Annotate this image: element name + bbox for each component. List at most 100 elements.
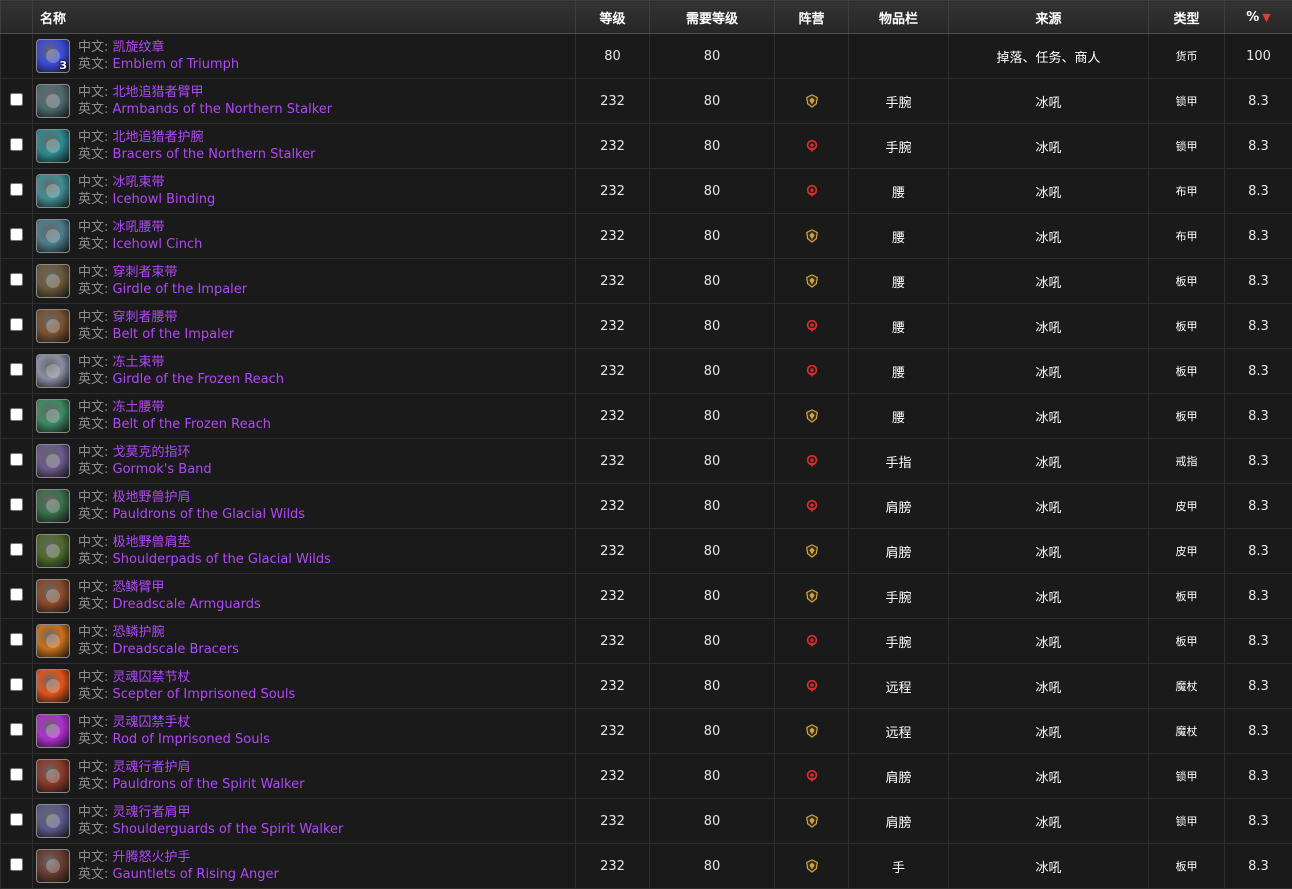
item-name-en[interactable]: Armbands of the Northern Stalker <box>113 102 333 117</box>
row-checkbox[interactable] <box>10 543 23 556</box>
belt-icon[interactable] <box>36 219 70 253</box>
table-row[interactable]: 中文: 极地野兽护肩英文: Pauldrons of the Glacial W… <box>1 484 1292 529</box>
gauntlet-icon[interactable] <box>36 849 70 883</box>
table-row[interactable]: 中文: 冰吼束带英文: Icehowl Binding23280腰冰吼布甲8.3 <box>1 169 1292 214</box>
belt-icon[interactable] <box>36 399 70 433</box>
item-name-en[interactable]: Dreadscale Bracers <box>113 642 239 657</box>
item-name-cn[interactable]: 恐鳞臂甲 <box>113 580 165 595</box>
row-checkbox[interactable] <box>10 318 23 331</box>
row-checkbox[interactable] <box>10 363 23 376</box>
belt-icon[interactable] <box>36 264 70 298</box>
bracer-icon[interactable] <box>36 579 70 613</box>
header-source[interactable]: 来源 <box>949 1 1149 34</box>
ring-icon[interactable] <box>36 444 70 478</box>
belt-icon[interactable] <box>36 309 70 343</box>
item-name-cn[interactable]: 极地野兽护肩 <box>113 490 191 505</box>
item-name-cn[interactable]: 北地追猎者护腕 <box>113 130 204 145</box>
item-name-en[interactable]: Gauntlets of Rising Anger <box>113 867 279 882</box>
table-row[interactable]: 中文: 戈莫克的指环英文: Gormok's Band23280手指冰吼戒指8.… <box>1 439 1292 484</box>
row-checkbox[interactable] <box>10 633 23 646</box>
item-name-en[interactable]: Gormok's Band <box>113 462 212 477</box>
table-row[interactable]: 中文: 灵魂行者护肩英文: Pauldrons of the Spirit Wa… <box>1 754 1292 799</box>
header-name[interactable]: 名称 <box>33 1 576 34</box>
item-name-en[interactable]: Shoulderpads of the Glacial Wilds <box>113 552 331 567</box>
item-name-cn[interactable]: 穿刺者束带 <box>113 265 178 280</box>
row-checkbox[interactable] <box>10 273 23 286</box>
item-name-cn[interactable]: 冻土束带 <box>113 355 165 370</box>
bracer-icon[interactable] <box>36 84 70 118</box>
wand-icon[interactable] <box>36 669 70 703</box>
row-checkbox[interactable] <box>10 813 23 826</box>
row-checkbox[interactable] <box>10 138 23 151</box>
row-checkbox[interactable] <box>10 498 23 511</box>
row-checkbox[interactable] <box>10 723 23 736</box>
shoulder-icon[interactable] <box>36 534 70 568</box>
item-name-en[interactable]: Pauldrons of the Glacial Wilds <box>113 507 306 522</box>
item-name-cn[interactable]: 冻土腰带 <box>113 400 165 415</box>
table-row[interactable]: 中文: 灵魂行者肩甲英文: Shoulderguards of the Spir… <box>1 799 1292 844</box>
item-name-cn[interactable]: 恐鳞护腕 <box>113 625 165 640</box>
item-name-cn[interactable]: 升腾怒火护手 <box>113 850 191 865</box>
header-type[interactable]: 类型 <box>1149 1 1225 34</box>
header-pct[interactable]: %▼ <box>1225 1 1292 34</box>
row-checkbox[interactable] <box>10 183 23 196</box>
bracer-icon[interactable] <box>36 129 70 163</box>
shoulder-icon[interactable] <box>36 804 70 838</box>
item-name-cn[interactable]: 灵魂囚禁手杖 <box>113 715 191 730</box>
table-row[interactable]: 中文: 北地追猎者臂甲英文: Armbands of the Northern … <box>1 79 1292 124</box>
item-name-en[interactable]: Pauldrons of the Spirit Walker <box>113 777 305 792</box>
item-name-en[interactable]: Icehowl Cinch <box>113 237 203 252</box>
table-row[interactable]: 中文: 恐鳞护腕英文: Dreadscale Bracers23280手腕冰吼板… <box>1 619 1292 664</box>
item-name-en[interactable]: Belt of the Impaler <box>113 327 235 342</box>
item-name-cn[interactable]: 冰吼束带 <box>113 175 165 190</box>
item-name-cn[interactable]: 穿刺者腰带 <box>113 310 178 325</box>
row-checkbox[interactable] <box>10 678 23 691</box>
header-faction[interactable]: 阵营 <box>775 1 849 34</box>
header-level[interactable]: 等级 <box>576 1 650 34</box>
item-name-cn[interactable]: 凯旋纹章 <box>113 40 165 55</box>
belt-icon[interactable] <box>36 174 70 208</box>
table-row[interactable]: 中文: 灵魂囚禁手杖英文: Rod of Imprisoned Souls232… <box>1 709 1292 754</box>
item-name-en[interactable]: Scepter of Imprisoned Souls <box>113 687 296 702</box>
table-row[interactable]: 中文: 穿刺者腰带英文: Belt of the Impaler23280腰冰吼… <box>1 304 1292 349</box>
belt-icon[interactable] <box>36 354 70 388</box>
table-row[interactable]: 中文: 北地追猎者护腕英文: Bracers of the Northern S… <box>1 124 1292 169</box>
header-req-level[interactable]: 需要等级 <box>650 1 775 34</box>
row-checkbox[interactable] <box>10 408 23 421</box>
shoulder-icon[interactable] <box>36 489 70 523</box>
wand-icon[interactable] <box>36 714 70 748</box>
item-name-en[interactable]: Icehowl Binding <box>113 192 216 207</box>
row-checkbox[interactable] <box>10 228 23 241</box>
item-name-cn[interactable]: 灵魂囚禁节杖 <box>113 670 191 685</box>
header-slot[interactable]: 物品栏 <box>849 1 949 34</box>
item-name-en[interactable]: Bracers of the Northern Stalker <box>113 147 316 162</box>
row-checkbox[interactable] <box>10 858 23 871</box>
item-name-en[interactable]: Rod of Imprisoned Souls <box>113 732 270 747</box>
table-row[interactable]: 中文: 极地野兽肩垫英文: Shoulderpads of the Glacia… <box>1 529 1292 574</box>
table-row[interactable]: 中文: 灵魂囚禁节杖英文: Scepter of Imprisoned Soul… <box>1 664 1292 709</box>
item-name-en[interactable]: Dreadscale Armguards <box>113 597 261 612</box>
row-checkbox[interactable] <box>10 453 23 466</box>
item-name-cn[interactable]: 北地追猎者臂甲 <box>113 85 204 100</box>
table-row[interactable]: 中文: 冻土腰带英文: Belt of the Frozen Reach2328… <box>1 394 1292 439</box>
emblem-icon[interactable]: 3 <box>36 39 70 73</box>
item-name-cn[interactable]: 戈莫克的指环 <box>113 445 191 460</box>
item-name-cn[interactable]: 极地野兽肩垫 <box>113 535 191 550</box>
item-name-en[interactable]: Emblem of Triumph <box>113 57 240 72</box>
item-name-en[interactable]: Shoulderguards of the Spirit Walker <box>113 822 344 837</box>
row-checkbox[interactable] <box>10 768 23 781</box>
table-row[interactable]: 中文: 穿刺者束带英文: Girdle of the Impaler23280腰… <box>1 259 1292 304</box>
shoulder-icon[interactable] <box>36 759 70 793</box>
row-checkbox[interactable] <box>10 93 23 106</box>
table-row[interactable]: 中文: 冰吼腰带英文: Icehowl Cinch23280腰冰吼布甲8.3 <box>1 214 1292 259</box>
table-row[interactable]: 中文: 恐鳞臂甲英文: Dreadscale Armguards23280手腕冰… <box>1 574 1292 619</box>
item-name-en[interactable]: Girdle of the Impaler <box>113 282 248 297</box>
item-name-cn[interactable]: 灵魂行者护肩 <box>113 760 191 775</box>
item-name-en[interactable]: Belt of the Frozen Reach <box>113 417 271 432</box>
bracer-icon[interactable] <box>36 624 70 658</box>
table-row[interactable]: 中文: 升腾怒火护手英文: Gauntlets of Rising Anger2… <box>1 844 1292 889</box>
row-checkbox[interactable] <box>10 588 23 601</box>
table-row[interactable]: 中文: 冻土束带英文: Girdle of the Frozen Reach23… <box>1 349 1292 394</box>
table-row[interactable]: 3中文: 凯旋纹章英文: Emblem of Triumph8080掉落、任务、… <box>1 34 1292 79</box>
item-name-en[interactable]: Girdle of the Frozen Reach <box>113 372 284 387</box>
